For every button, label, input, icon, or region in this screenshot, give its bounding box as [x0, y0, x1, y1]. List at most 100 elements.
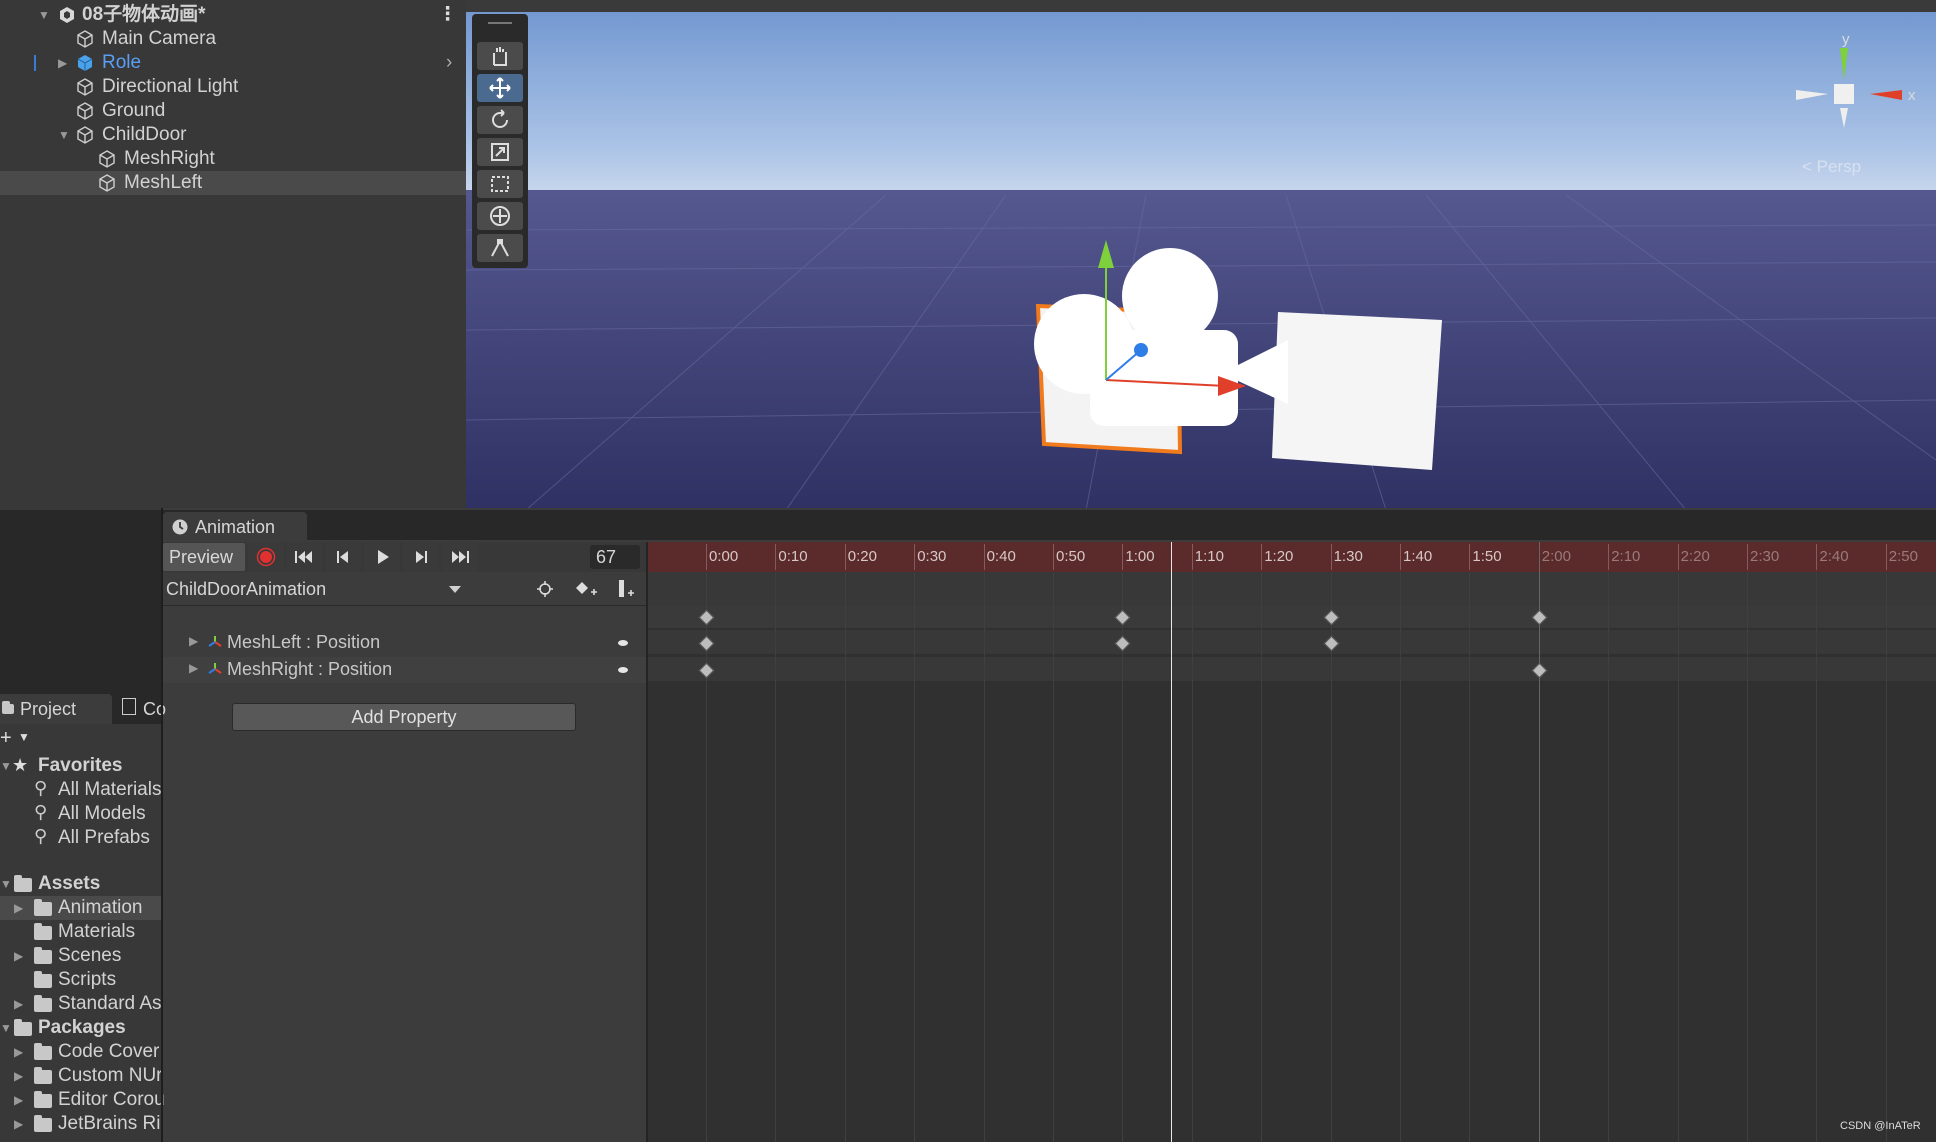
summary-keyframe-row[interactable]: [648, 606, 1936, 628]
asset-folder-animation[interactable]: ▶ Animation: [0, 896, 161, 920]
favorites-label: Favorites: [38, 755, 123, 776]
move-tool-button[interactable]: [477, 74, 523, 102]
keyframe-dot-icon[interactable]: [618, 640, 628, 646]
custom-tool-button[interactable]: [477, 234, 523, 262]
tab-project[interactable]: Project: [0, 694, 112, 724]
gameobject-cube-icon: [77, 30, 93, 48]
expand-triangle-icon[interactable]: ▶: [14, 896, 23, 920]
favorite-item[interactable]: ⚲ All Materials: [0, 778, 161, 802]
frame-field[interactable]: 67: [590, 545, 640, 569]
collapse-triangle-icon[interactable]: ▼: [58, 123, 70, 147]
transform-tool-button[interactable]: [477, 202, 523, 230]
favorites-header[interactable]: ▼ ★ Favorites: [0, 754, 161, 778]
hierarchy-scene-row[interactable]: ▼ 08子物体动画* ⋮: [0, 3, 466, 27]
package-folder[interactable]: ▶ Custom NUr: [0, 1064, 163, 1088]
collapse-triangle-icon[interactable]: ▼: [0, 754, 12, 778]
prefab-cube-icon: [77, 55, 93, 71]
folder-icon: [34, 923, 52, 940]
asset-folder-standard-assets[interactable]: ▶ Standard As: [0, 992, 162, 1016]
package-folder[interactable]: ▶ Editor Corou: [0, 1088, 165, 1112]
meshright-keyframe-row[interactable]: [648, 657, 1936, 681]
property-row-meshleft[interactable]: ▶ MeshLeft : Position: [161, 630, 648, 656]
add-keyframe-button[interactable]: [570, 575, 602, 603]
package-folder[interactable]: ▶ JetBrains Ri: [0, 1112, 161, 1136]
hierarchy-item-meshright[interactable]: MeshRight: [0, 147, 466, 171]
expand-triangle-icon[interactable]: ▶: [14, 992, 23, 1016]
rect-transform-icon: [491, 176, 509, 192]
tab-animation[interactable]: Animation: [163, 512, 307, 542]
expand-triangle-icon[interactable]: ▶: [14, 1112, 23, 1136]
timeline-ruler[interactable]: 0:00 0:10 0:20 0:30 0:40 0:50 1:00 1:10 1:20 1:30…: [648, 542, 1936, 572]
favorite-item[interactable]: ⚲ All Prefabs: [0, 826, 161, 850]
scene-name: 08子物体动画*: [82, 4, 206, 25]
keyframe-dot-icon[interactable]: [618, 667, 628, 673]
previous-keyframe-button[interactable]: [325, 542, 361, 572]
rect-tool-button[interactable]: [477, 170, 523, 198]
collapse-triangle-icon[interactable]: ▼: [0, 872, 12, 896]
hierarchy-item-label: MeshLeft: [124, 172, 203, 193]
expand-triangle-icon[interactable]: ▶: [14, 1088, 23, 1112]
drag-handle-icon[interactable]: [488, 22, 512, 24]
packages-label: Packages: [38, 1017, 126, 1038]
collapse-triangle-icon[interactable]: ▼: [0, 1016, 12, 1040]
collapse-triangle-icon[interactable]: ▼: [38, 3, 50, 27]
panel-splitter[interactable]: [646, 542, 648, 1142]
asset-folder-materials[interactable]: Materials: [0, 920, 161, 944]
skip-to-end-icon: [452, 551, 469, 563]
asset-folder-scripts[interactable]: Scripts: [0, 968, 161, 992]
open-folder-icon: [14, 1019, 32, 1036]
folder-icon: [34, 971, 52, 988]
project-tab-bar: Project Co: [0, 692, 166, 724]
add-event-button[interactable]: [610, 575, 642, 603]
hierarchy-item-role[interactable]: ▶ Role ›: [0, 51, 466, 75]
hierarchy-item-main-camera[interactable]: Main Camera: [0, 27, 466, 51]
assets-header[interactable]: ▼ Assets: [0, 872, 161, 896]
expand-triangle-icon[interactable]: ▶: [58, 51, 70, 75]
first-keyframe-button[interactable]: [286, 542, 322, 572]
packages-header[interactable]: ▼ Packages: [0, 1016, 161, 1040]
projection-label[interactable]: < Persp: [1802, 157, 1861, 176]
expand-triangle-icon[interactable]: ▶: [14, 1064, 23, 1088]
scene-view[interactable]: y x < Persp: [466, 0, 1936, 510]
expand-triangle-icon[interactable]: ▶: [189, 661, 198, 675]
chevron-right-icon[interactable]: ›: [446, 51, 452, 75]
record-button[interactable]: [248, 542, 284, 572]
hierarchy-item-ground[interactable]: Ground: [0, 99, 466, 123]
preview-button[interactable]: Preview: [163, 543, 245, 571]
ruler-tick: [1538, 544, 1540, 570]
kebab-menu-icon[interactable]: ⋮: [438, 3, 457, 27]
add-icon[interactable]: +: [0, 727, 12, 750]
expand-triangle-icon[interactable]: ▶: [14, 1040, 23, 1064]
watermark: CSDN @InATeR: [1840, 1120, 1921, 1132]
play-button[interactable]: [364, 542, 400, 572]
hierarchy-item-label: Main Camera: [102, 28, 217, 49]
timeline-event-row[interactable]: [648, 572, 1936, 606]
hand-tool-button[interactable]: [477, 42, 523, 70]
scale-tool-button[interactable]: [477, 138, 523, 166]
hierarchy-item-childdoor[interactable]: ▼ ChildDoor: [0, 123, 466, 147]
hierarchy-item-meshleft[interactable]: MeshLeft: [0, 171, 466, 195]
dropdown-arrow-icon[interactable]: ▼: [18, 730, 30, 744]
favorite-item[interactable]: ⚲ All Models: [0, 802, 161, 826]
panel-splitter[interactable]: [161, 508, 163, 1142]
scene-viewport[interactable]: y x < Persp: [466, 0, 1936, 510]
asset-folder-scenes[interactable]: ▶ Scenes: [0, 944, 161, 968]
last-keyframe-button[interactable]: [442, 542, 478, 572]
gameobject-cube-icon: [99, 174, 115, 192]
ruler-tick-label: 1:50: [1472, 548, 1502, 565]
clip-dropdown[interactable]: ChildDoorAnimation: [163, 575, 467, 603]
property-row-meshright[interactable]: ▶ MeshRight : Position: [161, 657, 648, 683]
meshleft-keyframe-row[interactable]: [648, 630, 1936, 654]
add-property-button[interactable]: Add Property: [232, 703, 576, 731]
expand-triangle-icon[interactable]: ▶: [14, 944, 23, 968]
hierarchy-item-directional-light[interactable]: Directional Light: [0, 75, 466, 99]
package-folder[interactable]: ▶ Code Cover: [0, 1040, 161, 1064]
expand-triangle-icon[interactable]: ▶: [189, 634, 198, 648]
asset-folder-label: Scenes: [58, 945, 122, 966]
next-keyframe-button[interactable]: [403, 542, 439, 572]
ruler-tick-label: 0:50: [1056, 548, 1086, 565]
meshright-object[interactable]: [1272, 312, 1442, 470]
ruler-tick-label: 1:10: [1194, 548, 1224, 565]
rotate-tool-button[interactable]: [477, 106, 523, 134]
filter-by-selection-button[interactable]: [530, 575, 560, 603]
